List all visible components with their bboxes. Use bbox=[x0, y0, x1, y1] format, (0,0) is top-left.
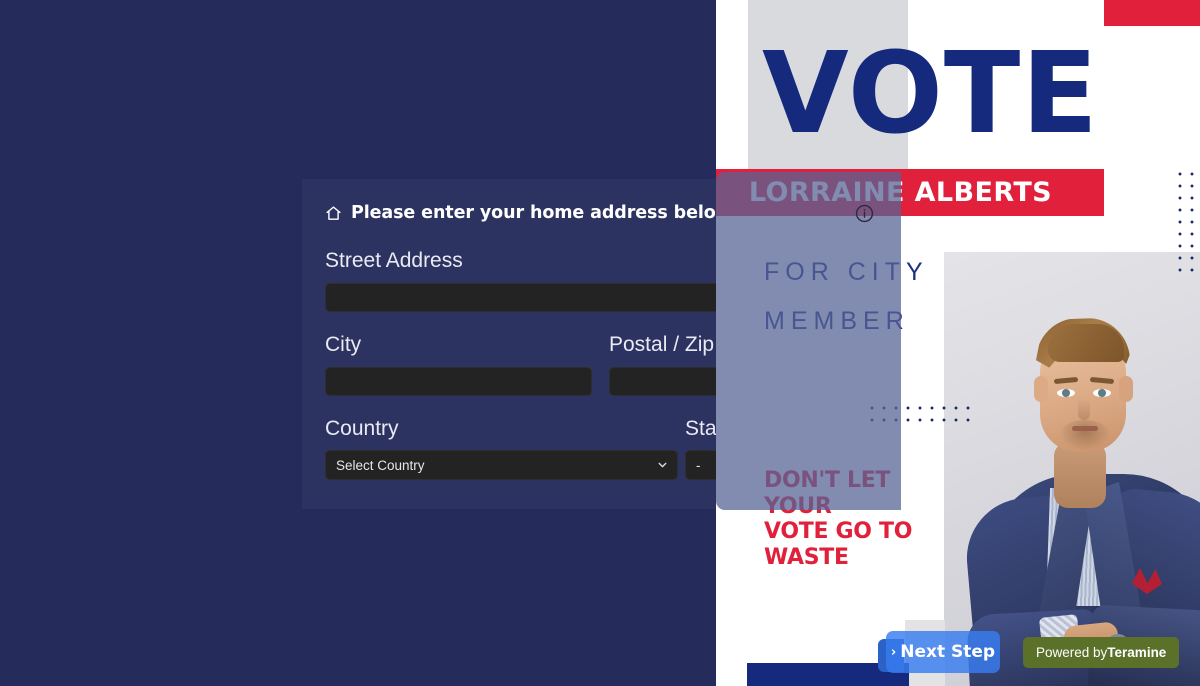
country-field-group: Country Select Country bbox=[325, 417, 678, 481]
photo-ear-left bbox=[1034, 376, 1048, 402]
photo-ear-right bbox=[1119, 376, 1133, 402]
next-step-label: Next Step bbox=[900, 642, 996, 662]
chevron-right-icon: › bbox=[890, 644, 897, 660]
powered-by-brand: Teramine bbox=[1107, 645, 1167, 660]
poster-slogan-line3: VOTE GO TO bbox=[764, 519, 913, 544]
city-label: City bbox=[325, 333, 362, 357]
photo-beard bbox=[1060, 420, 1110, 450]
photo-iris-left bbox=[1062, 389, 1070, 397]
photo-iris-right bbox=[1098, 389, 1106, 397]
city-field-group: City bbox=[325, 333, 592, 397]
poster-red-block-top bbox=[1104, 0, 1200, 26]
country-select[interactable]: Select Country bbox=[325, 450, 678, 481]
country-label: Country bbox=[325, 417, 399, 441]
photo-nose bbox=[1078, 398, 1090, 420]
country-select-wrapper: Select Country bbox=[325, 450, 678, 481]
form-heading-text: Please enter your home address below bbox=[351, 203, 732, 223]
photo-mouth bbox=[1072, 426, 1098, 431]
page-root: Please enter your home address below Str… bbox=[0, 0, 1200, 686]
powered-by-badge[interactable]: Powered by Teramine bbox=[1023, 637, 1180, 668]
next-step-button[interactable]: › Next Step bbox=[886, 631, 1000, 673]
dot-grid-right bbox=[1172, 166, 1200, 280]
city-input[interactable] bbox=[325, 367, 592, 397]
home-icon bbox=[325, 205, 342, 222]
candidate-photo bbox=[944, 252, 1200, 686]
info-circle-icon[interactable] bbox=[855, 204, 874, 223]
poster-headline: VOTE bbox=[762, 29, 1099, 159]
poster-slogan-line4: WASTE bbox=[764, 544, 849, 570]
photo-hair-fringe bbox=[1048, 324, 1124, 362]
powered-by-prefix: Powered by bbox=[1036, 645, 1108, 660]
